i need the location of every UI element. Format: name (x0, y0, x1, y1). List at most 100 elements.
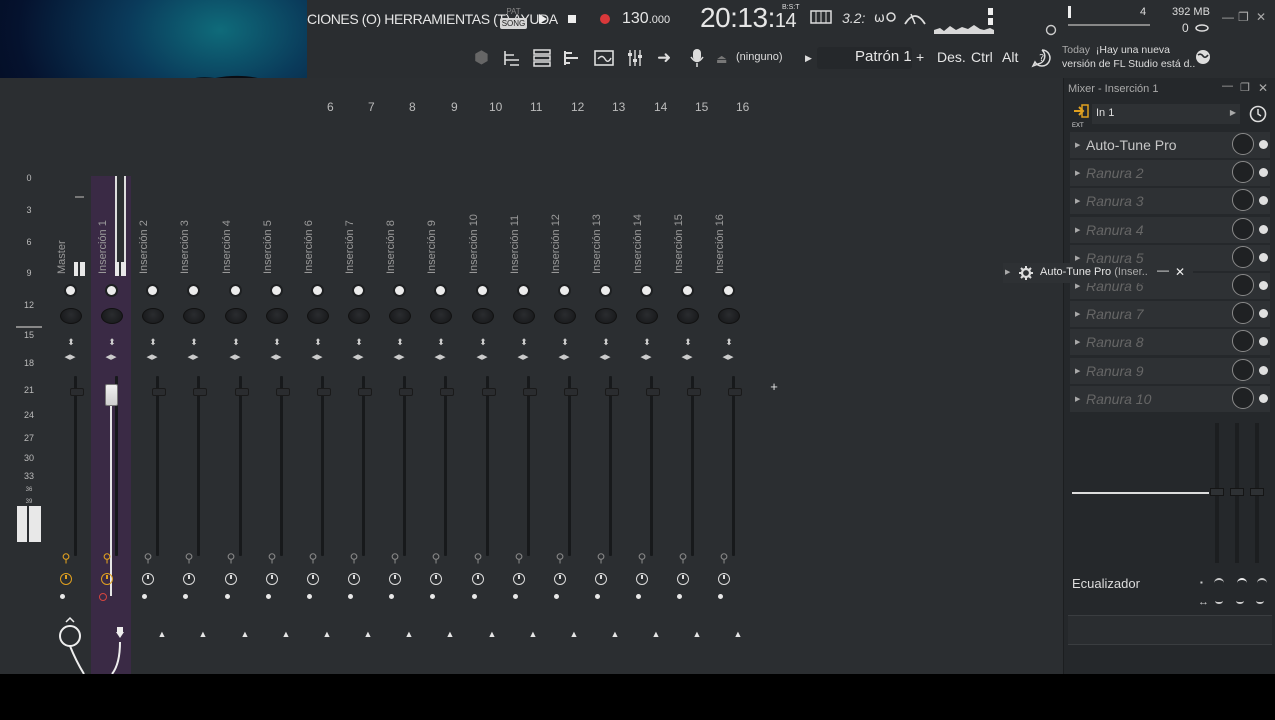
swap-icon[interactable]: ◂▸ (681, 352, 693, 363)
globe-icon[interactable] (1194, 48, 1212, 71)
piano-roll-icon[interactable] (562, 48, 582, 73)
slot-mix-knob[interactable] (1232, 302, 1254, 325)
route-dot[interactable] (60, 594, 65, 599)
slot-enable-led[interactable] (1259, 393, 1268, 403)
fader-track[interactable] (280, 376, 283, 556)
stereo-separation-icon[interactable]: ⬍ (600, 338, 612, 347)
swap-icon[interactable]: ◂▸ (640, 352, 652, 363)
slot-mix-knob[interactable] (1232, 245, 1254, 268)
plugin-slot[interactable]: ▶ Ranura 4 (1070, 216, 1270, 243)
mute-led[interactable] (683, 286, 692, 295)
route-arrow-icon[interactable]: ▲ (527, 629, 539, 639)
mute-led[interactable] (66, 286, 75, 295)
plugin-picker-icon[interactable]: ⬢ (474, 48, 489, 68)
latency-clock-icon[interactable] (636, 573, 648, 585)
pan-knob[interactable] (430, 308, 452, 324)
swap-icon[interactable]: ◂▸ (558, 352, 570, 363)
slot-mix-knob[interactable] (1232, 358, 1254, 381)
mixer-strip-insert[interactable]: Inserción 4 ⬍ ◂▸ ⚲ ▲ (215, 176, 255, 674)
mute-led[interactable] (231, 286, 240, 295)
mixer-strip-insert[interactable]: Inserción 7 ⬍ ◂▸ ⚲ ▲ (338, 176, 378, 674)
volume-fader[interactable] (358, 388, 372, 396)
route-dot[interactable] (554, 594, 559, 599)
slot-enable-led[interactable] (1259, 168, 1268, 178)
route-dot[interactable] (472, 594, 477, 599)
route-dot[interactable] (307, 594, 312, 599)
pan-knob[interactable] (266, 308, 288, 324)
gear-icon[interactable] (1019, 266, 1033, 280)
fader-track[interactable] (362, 376, 365, 556)
mute-led[interactable] (724, 286, 733, 295)
fx-bulb-icon[interactable]: ⚲ (636, 551, 648, 565)
pan-knob[interactable] (472, 308, 494, 324)
eq-link-icon[interactable]: ↔ (1198, 596, 1209, 608)
record-button[interactable] (595, 10, 615, 28)
mixer-strip-insert[interactable]: Inserción 13 ⬍ ◂▸ ⚲ ▲ (585, 176, 625, 674)
fx-bulb-icon[interactable]: ⚲ (60, 551, 72, 565)
fx-bulb-icon[interactable]: ⚲ (595, 551, 607, 565)
pat-song-toggle[interactable]: PAT SONG (500, 6, 527, 32)
slot-mix-knob[interactable] (1232, 217, 1254, 240)
volume-fader[interactable] (276, 388, 290, 396)
latency-clock-icon[interactable] (142, 573, 154, 585)
route-arrow-icon[interactable]: ▲ (156, 629, 168, 639)
latency-clock-icon[interactable] (60, 573, 72, 585)
route-arrow-icon[interactable]: ▲ (609, 629, 621, 639)
mixer-strip-insert[interactable]: Inserción 1 ⬍ ◂▸ ⚲ (91, 176, 131, 674)
slot-mix-knob[interactable] (1232, 189, 1254, 212)
fader-track[interactable] (197, 376, 200, 556)
route-dot[interactable] (348, 594, 353, 599)
mute-led[interactable] (107, 286, 116, 295)
swap-icon[interactable]: ◂▸ (352, 352, 364, 363)
pan-knob[interactable] (348, 308, 370, 324)
pan-knob[interactable] (101, 308, 123, 324)
stereo-separation-icon[interactable]: ⬍ (312, 338, 324, 347)
stereo-separation-icon[interactable]: ⬍ (188, 338, 200, 347)
route-dot[interactable] (636, 594, 641, 599)
eq-icon[interactable]: ▪ (1200, 578, 1203, 587)
route-dot[interactable] (389, 594, 394, 599)
arrow-right-icon[interactable]: ➜ (657, 48, 671, 68)
slot-mix-knob[interactable] (1232, 274, 1254, 296)
mixer-view-icon[interactable] (626, 48, 644, 73)
slot-arrow-icon[interactable]: ▶ (1075, 254, 1080, 262)
ctrl-button[interactable]: Ctrl (971, 49, 993, 65)
latency-clock-icon[interactable] (348, 573, 360, 585)
eq-knob-mid[interactable] (1237, 578, 1247, 588)
des-button[interactable]: Des. (937, 49, 966, 65)
volume-fader[interactable] (399, 388, 413, 396)
slot-arrow-icon[interactable]: ▶ (1075, 282, 1080, 290)
volume-fader[interactable] (317, 388, 331, 396)
fx-bulb-icon[interactable]: ⚲ (183, 551, 195, 565)
pan-knob[interactable] (718, 308, 740, 324)
mute-led[interactable] (519, 286, 528, 295)
latency-clock-icon[interactable] (266, 573, 278, 585)
restore-window-icon[interactable]: ❐ (1238, 10, 1249, 24)
fx-bulb-icon[interactable]: ⚲ (348, 551, 360, 565)
slot-mix-knob[interactable] (1232, 386, 1254, 409)
typing-keyboard-icon[interactable] (810, 10, 832, 27)
latency-clock-icon[interactable] (225, 573, 237, 585)
route-arrow-icon[interactable]: ▲ (321, 629, 333, 639)
latency-clock-icon[interactable] (430, 573, 442, 585)
fader-track[interactable] (239, 376, 242, 556)
route-dot[interactable] (266, 594, 271, 599)
mixer-strip-insert[interactable]: Inserción 9 ⬍ ◂▸ ⚲ ▲ (420, 176, 460, 674)
channel-rack-icon[interactable] (532, 48, 552, 73)
route-arrow-icon[interactable]: ▲ (362, 629, 374, 639)
route-arrow-icon[interactable]: ▲ (280, 629, 292, 639)
metronome-icon[interactable] (903, 10, 927, 29)
fader-track[interactable] (568, 376, 571, 556)
swap-icon[interactable]: ◂▸ (146, 352, 158, 363)
help-icon[interactable]: ? (1031, 48, 1053, 73)
latency-clock-icon[interactable] (472, 573, 484, 585)
insert-send-cable-icon[interactable] (108, 626, 132, 674)
eq-knob-low-2[interactable] (1215, 598, 1223, 604)
route-dot[interactable] (225, 594, 230, 599)
route-arrow-icon[interactable]: ▲ (486, 629, 498, 639)
stereo-separation-icon[interactable]: ⬍ (394, 338, 406, 347)
plugin-slot[interactable]: ▶ Ranura 7 (1070, 301, 1270, 328)
latency-clock-icon[interactable] (513, 573, 525, 585)
swap-icon[interactable]: ◂▸ (434, 352, 446, 363)
eq-knob-mid-2[interactable] (1236, 598, 1244, 604)
